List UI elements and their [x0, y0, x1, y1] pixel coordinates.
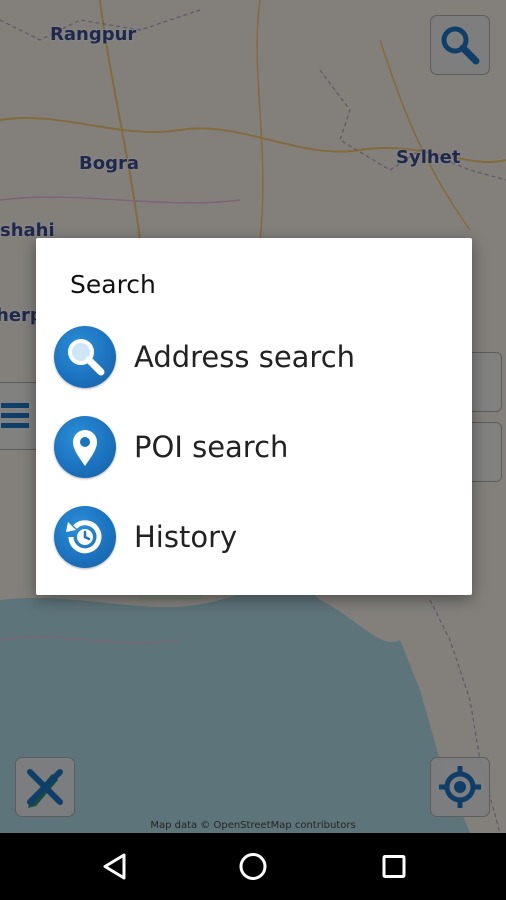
home-circle-icon	[239, 853, 267, 880]
history-icon-circle	[54, 506, 116, 568]
system-navigation-bar	[0, 833, 506, 900]
poi-search-label: POI search	[134, 430, 289, 464]
magnifier-icon	[68, 339, 105, 376]
poi-search-icon-circle	[54, 416, 116, 478]
dialog-title: Search	[70, 270, 156, 299]
map-pin-icon	[73, 430, 97, 466]
search-dialog: Search Address search POI search History	[36, 238, 472, 595]
back-triangle-icon	[103, 853, 126, 880]
address-search-item[interactable]: Address search	[36, 312, 472, 402]
history-clock-icon	[66, 520, 102, 554]
back-button[interactable]	[85, 833, 145, 900]
recents-square-icon	[382, 855, 406, 878]
recents-button[interactable]	[364, 833, 424, 900]
history-item[interactable]: History	[36, 492, 472, 582]
poi-search-item[interactable]: POI search	[36, 402, 472, 492]
address-search-label: Address search	[134, 340, 356, 374]
address-search-icon-circle	[54, 326, 116, 388]
home-button[interactable]	[223, 833, 283, 900]
history-label: History	[134, 520, 238, 554]
